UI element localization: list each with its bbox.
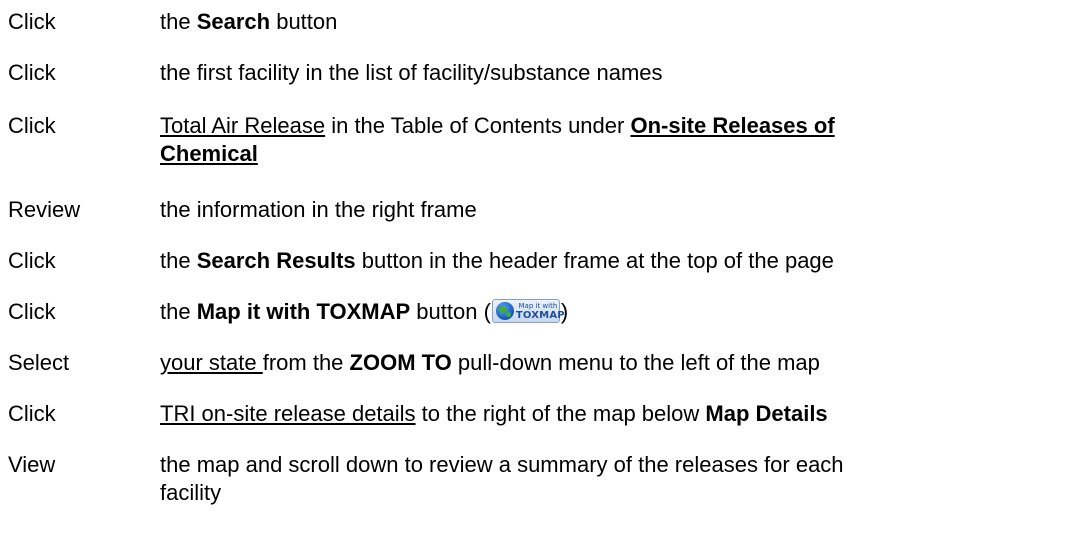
step-description: your state from the ZOOM TO pull-down me…: [160, 349, 1076, 377]
tri-onsite-release-details-link[interactable]: TRI on-site release details: [160, 401, 416, 426]
step-description: the Search Results button in the header …: [160, 247, 1076, 275]
step-text: in the Table of Contents under: [325, 113, 631, 138]
total-air-release-link[interactable]: Total Air Release: [160, 113, 325, 138]
instruction-steps: Click the Search button Click the first …: [0, 0, 1080, 536]
step-description: the first facility in the list of facili…: [160, 60, 663, 85]
zoom-to-menu-name: ZOOM TO: [349, 350, 452, 375]
toxmap-button-line2: TOXMAP: [515, 310, 565, 322]
step-verb: Click: [8, 113, 56, 138]
step-verb: View: [8, 452, 56, 477]
search-results-button-name: Search Results: [196, 248, 356, 273]
step-verb: Click: [8, 9, 56, 34]
step-text: button in the header frame at the top of…: [355, 248, 834, 273]
step-description: Total Air Release in the Table of Conten…: [160, 112, 1076, 168]
map-it-with-toxmap-button[interactable]: Map it with TOXMAP: [491, 299, 565, 324]
step-text: to the right of the map below: [415, 401, 706, 426]
chemical-link[interactable]: Chemical: [160, 141, 258, 166]
your-state-link[interactable]: your state: [160, 350, 263, 375]
step-description: the Map it with TOXMAP button (Map it wi…: [160, 298, 1076, 326]
step-text: the: [160, 9, 197, 34]
step-description: the map and scroll down to review a summ…: [160, 451, 1076, 507]
map-details-heading: Map Details: [705, 401, 828, 426]
step-description: TRI on-site release details to the right…: [160, 400, 1076, 428]
step-description: the Search button: [160, 8, 1076, 36]
step-verb: Click: [8, 299, 56, 324]
step-text: facility: [160, 480, 222, 505]
step-text: the map and scroll down to review a summ…: [160, 452, 844, 477]
step-text: button (: [410, 299, 491, 324]
globe-icon: [495, 302, 514, 321]
toxmap-button-name: Map it with TOXMAP: [196, 299, 411, 324]
step-verb: Click: [8, 401, 56, 426]
search-button-name: Search: [196, 9, 271, 34]
step-text: the: [160, 248, 197, 273]
step-text: pull-down menu to the left of the map: [451, 350, 820, 375]
step-description: the information in the right frame: [160, 197, 477, 222]
onsite-releases-link[interactable]: On-site Releases of: [630, 113, 834, 138]
step-text: the: [160, 299, 197, 324]
step-verb: Click: [8, 60, 56, 85]
step-verb: Click: [8, 248, 56, 273]
step-text: from the: [262, 350, 350, 375]
step-verb: Review: [8, 197, 81, 222]
step-text: button: [270, 9, 338, 34]
step-verb: Select: [8, 350, 70, 375]
